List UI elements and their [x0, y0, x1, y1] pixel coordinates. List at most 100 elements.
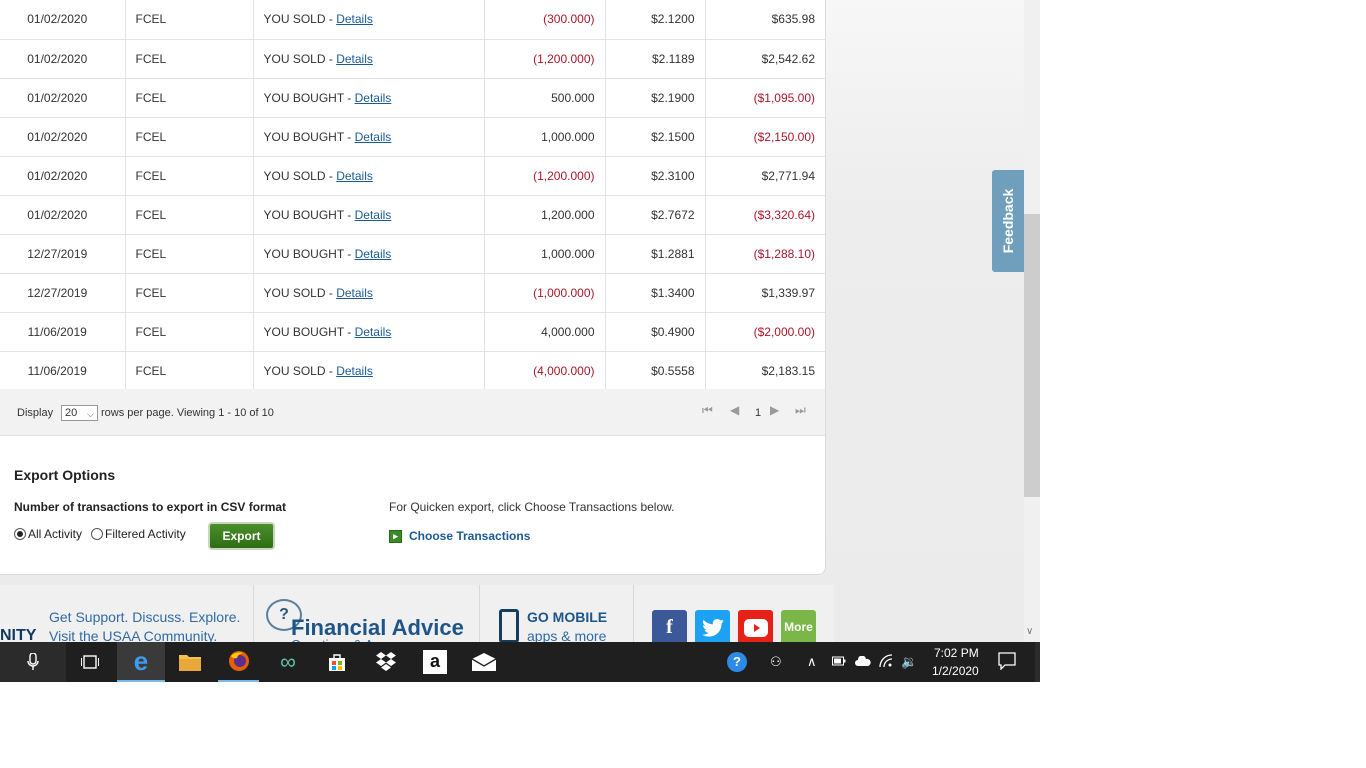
row-amount: ($2,150.00) — [705, 117, 825, 157]
details-link[interactable]: Details — [355, 130, 392, 144]
row-symbol: FCEL — [125, 0, 254, 40]
pagination-bar: Display 20 ⌵ rows per page. Viewing 1 - … — [0, 389, 825, 436]
scroll-down-arrow-icon[interactable]: ∨ — [1026, 626, 1033, 637]
footer-divider — [633, 585, 634, 642]
row-quantity: (300.000) — [484, 0, 606, 40]
row-description: YOU SOLD - Details — [253, 351, 485, 391]
row-symbol: FCEL — [125, 195, 254, 235]
row-symbol: FCEL — [125, 273, 254, 313]
details-link[interactable]: Details — [355, 91, 392, 105]
footer-divider — [253, 585, 254, 642]
row-action: YOU BOUGHT - — [263, 207, 355, 222]
radio-selected-icon[interactable] — [14, 528, 26, 540]
row-price: $2.1189 — [605, 39, 706, 79]
row-price: $2.3100 — [605, 156, 706, 196]
details-link[interactable]: Details — [355, 247, 392, 261]
action-center-icon[interactable] — [998, 652, 1016, 673]
arrow-right-icon: ▸ — [389, 529, 402, 543]
row-quantity: (1,000.000) — [484, 273, 606, 313]
transactions-table: 01/02/2020 FCEL YOU SOLD - Details (300.000… — [0, 0, 825, 391]
help-tray-icon[interactable]: ? — [727, 652, 747, 672]
go-mobile-title[interactable]: GO MOBILE — [527, 609, 607, 625]
browser-viewport: 01/02/2020 FCEL YOU SOLD - Details (300.000… — [0, 0, 1040, 682]
row-symbol: FCEL — [125, 156, 254, 196]
last-page-icon[interactable]: ⏭ — [795, 403, 806, 418]
row-description: YOU BOUGHT - Details — [253, 312, 485, 352]
details-link[interactable]: Details — [336, 169, 373, 183]
clock-time[interactable]: 7:02 PM — [934, 646, 979, 660]
chevron-up-icon[interactable]: ∧ — [807, 654, 817, 670]
rows-per-page-value: 20 — [65, 407, 78, 419]
community-line-1[interactable]: Get Support. Discuss. Explore. — [49, 609, 240, 625]
scrollbar-thumb[interactable] — [1024, 214, 1040, 497]
infinity-app-icon[interactable]: ∞ — [265, 642, 311, 682]
radio-unselected-icon[interactable] — [91, 528, 103, 540]
mail-icon[interactable] — [461, 642, 507, 682]
table-row: 01/02/2020 FCEL YOU BOUGHT - Details 1,200.… — [0, 195, 825, 235]
details-link[interactable]: Details — [336, 364, 373, 378]
table-row: 11/06/2019 FCEL YOU SOLD - Details (4,000.0… — [0, 351, 825, 391]
next-page-icon[interactable]: ▶ — [770, 403, 779, 417]
row-price: $2.1900 — [605, 78, 706, 118]
row-action: YOU BOUGHT - — [263, 90, 355, 105]
clock-date[interactable]: 1/2/2020 — [932, 664, 979, 678]
choose-transactions-link[interactable]: ▸ Choose Transactions — [389, 529, 530, 543]
people-icon[interactable]: ⚇ — [770, 654, 782, 670]
row-symbol: FCEL — [125, 39, 254, 79]
microsoft-store-icon[interactable] — [314, 642, 360, 682]
row-amount: $1,339.97 — [705, 273, 825, 313]
youtube-icon[interactable] — [738, 610, 773, 645]
windows-taskbar: e ∞ a ? ⚇ ∧ 🔉 7:02 PM 1/2/2020 — [0, 642, 1040, 682]
dropbox-icon[interactable] — [363, 642, 409, 682]
row-price: $1.3400 — [605, 273, 706, 313]
amazon-icon[interactable]: a — [412, 642, 458, 682]
row-action: YOU SOLD - — [263, 285, 337, 300]
row-description: YOU BOUGHT - Details — [253, 78, 485, 118]
footer-divider — [479, 585, 480, 642]
row-amount: ($1,095.00) — [705, 78, 825, 118]
show-desktop-button[interactable] — [1035, 642, 1040, 682]
file-explorer-icon[interactable] — [167, 642, 213, 682]
row-quantity: 1,200.000 — [484, 195, 606, 235]
onedrive-cloud-icon[interactable] — [855, 654, 871, 669]
more-social-button[interactable]: More — [781, 610, 816, 645]
row-quantity: (4,000.000) — [484, 351, 606, 391]
row-date: 01/02/2020 — [0, 78, 126, 118]
row-amount: $2,542.62 — [705, 39, 825, 79]
first-page-icon[interactable]: ⏮ — [702, 403, 713, 418]
firefox-icon[interactable] — [218, 642, 259, 682]
row-symbol: FCEL — [125, 351, 254, 391]
row-amount: $635.98 — [705, 0, 825, 40]
prev-page-icon[interactable]: ◀ — [730, 403, 739, 417]
table-row: 01/02/2020 FCEL YOU SOLD - Details (1,200.0… — [0, 39, 825, 79]
row-symbol: FCEL — [125, 78, 254, 118]
rows-per-page-select[interactable]: 20 ⌵ — [61, 405, 98, 421]
battery-icon[interactable] — [832, 654, 846, 669]
row-date: 01/02/2020 — [0, 156, 126, 196]
cortana-mic-button[interactable] — [0, 642, 66, 682]
row-amount: ($2,000.00) — [705, 312, 825, 352]
details-link[interactable]: Details — [355, 208, 392, 222]
row-action: YOU BOUGHT - — [263, 129, 355, 144]
row-price: $2.7672 — [605, 195, 706, 235]
footer-promo-bar: NITY Get Support. Discuss. Explore. Visi… — [0, 585, 834, 652]
volume-icon[interactable]: 🔉 — [901, 654, 917, 670]
table-row: 11/06/2019 FCEL YOU BOUGHT - Details 4,000.… — [0, 312, 825, 352]
details-link[interactable]: Details — [355, 325, 392, 339]
table-row: 12/27/2019 FCEL YOU SOLD - Details (1,000.0… — [0, 273, 825, 313]
facebook-icon[interactable]: f — [652, 610, 687, 645]
row-quantity: 500.000 — [484, 78, 606, 118]
row-date: 11/06/2019 — [0, 351, 126, 391]
export-button[interactable]: Export — [208, 522, 275, 550]
feedback-tab[interactable]: Feedback — [992, 170, 1024, 272]
wifi-icon[interactable] — [879, 654, 895, 671]
details-link[interactable]: Details — [336, 286, 373, 300]
edge-browser-icon[interactable]: e — [117, 642, 165, 682]
task-view-icon[interactable] — [66, 642, 114, 682]
details-link[interactable]: Details — [336, 12, 373, 26]
row-description: YOU BOUGHT - Details — [253, 234, 485, 274]
twitter-icon[interactable] — [695, 610, 730, 645]
details-link[interactable]: Details — [336, 52, 373, 66]
radio-all-activity[interactable]: All Activity — [14, 527, 82, 541]
radio-filtered-activity[interactable]: Filtered Activity — [91, 527, 186, 541]
